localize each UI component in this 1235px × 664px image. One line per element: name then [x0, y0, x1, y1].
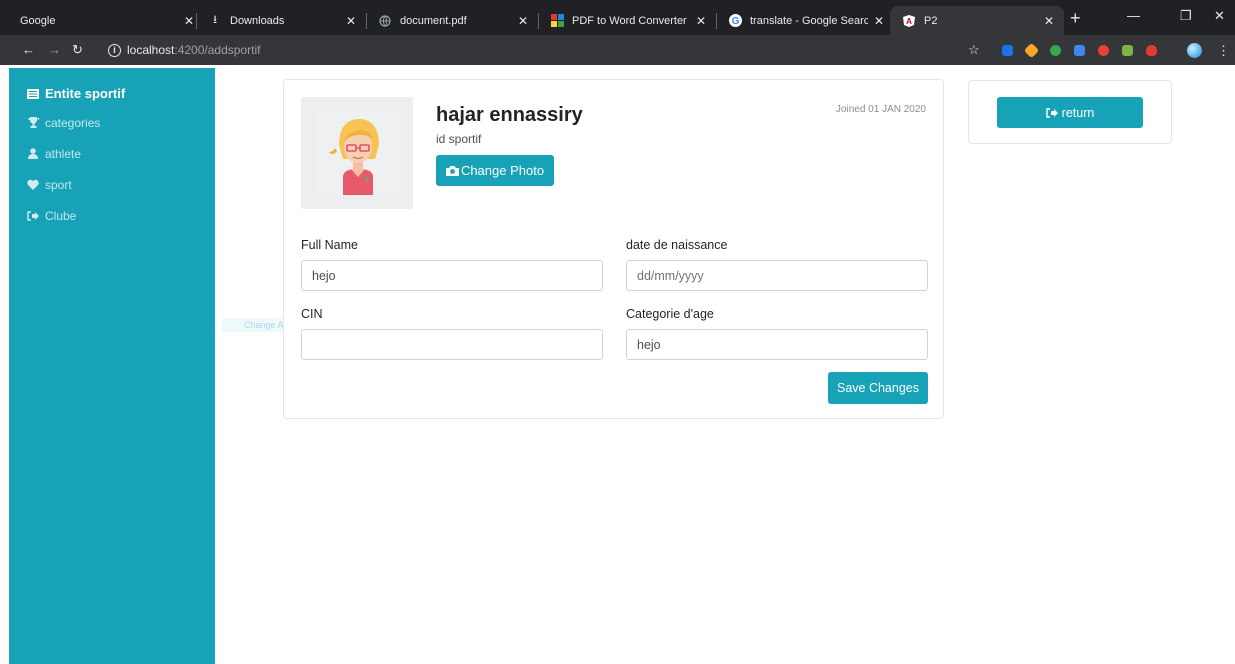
extension-icon[interactable] — [1074, 45, 1085, 56]
restore-icon[interactable]: ❐ — [1180, 8, 1192, 24]
sidebar-item-athlete[interactable]: athlete — [9, 138, 215, 169]
window-close-icon[interactable]: ✕ — [1214, 8, 1225, 24]
trophy-icon — [27, 116, 39, 129]
return-label: return — [1061, 105, 1095, 120]
browser-tab-downloads[interactable]: ⭳ Downloads ✕ — [196, 6, 366, 35]
change-photo-button[interactable]: Change Photo — [436, 155, 554, 186]
sidebar-item-label: athlete — [45, 146, 82, 161]
converter-icon — [550, 14, 564, 28]
download-icon: ⭳ — [213, 14, 217, 26]
tab-title: PDF to Word Converter - 100 — [572, 14, 690, 27]
forward-arrow-icon[interactable]: → — [48, 42, 61, 57]
extension-icon[interactable] — [1146, 45, 1157, 56]
tab-title: Google — [20, 14, 56, 27]
close-icon[interactable]: ✕ — [518, 14, 528, 28]
sidebar: Entite sportif categories athlete sport … — [9, 68, 215, 664]
extension-icon[interactable] — [1023, 42, 1040, 59]
cin-label: CIN — [301, 307, 323, 321]
tab-title: Downloads — [230, 14, 285, 27]
sidebar-brand[interactable]: Entite sportif — [9, 80, 215, 107]
cin-input[interactable] — [301, 329, 603, 360]
browser-tab-google[interactable]: Google ✕ — [8, 6, 204, 35]
sidebar-item-label: categories — [45, 115, 101, 130]
profile-avatar-icon[interactable] — [1187, 43, 1202, 58]
categorie-age-label: Categorie d'age — [626, 307, 714, 321]
sidebar-item-sport[interactable]: sport — [9, 169, 215, 200]
tab-title: document.pdf — [400, 14, 467, 27]
sidebar-brand-label: Entite sportif — [45, 86, 126, 101]
sidebar-item-categories[interactable]: categories — [9, 107, 215, 138]
heart-icon — [27, 179, 39, 190]
svg-text:G: G — [731, 16, 739, 27]
sign-out-icon — [1045, 107, 1058, 118]
extension-icon[interactable] — [1050, 45, 1061, 56]
full-name-input[interactable] — [301, 260, 603, 291]
avatar — [301, 97, 413, 209]
tab-title: translate - Google Search — [750, 14, 868, 27]
actions-card: return — [968, 80, 1172, 144]
bookmark-star-icon[interactable]: ☆ — [968, 42, 980, 58]
date-naissance-label: date de naissance — [626, 238, 728, 252]
user-icon — [27, 148, 39, 159]
browser-tab-p2-active[interactable]: A P2 ✕ — [890, 6, 1064, 35]
extension-icon[interactable] — [1098, 45, 1109, 56]
browser-tab-document[interactable]: document.pdf ✕ — [366, 6, 538, 35]
save-changes-button[interactable]: Save Changes — [828, 372, 928, 404]
joined-date: Joined 01 JAN 2020 — [835, 104, 926, 115]
close-icon[interactable]: ✕ — [346, 14, 356, 28]
categorie-age-input[interactable] — [626, 329, 928, 360]
sidebar-item-label: Clube — [45, 208, 77, 223]
new-tab-icon[interactable]: + — [1070, 9, 1081, 27]
sidebar-item-label: sport — [45, 177, 72, 192]
address-bar[interactable]: i localhost:4200/addsportif — [108, 39, 988, 61]
sidebar-item-clube[interactable]: Clube — [9, 200, 215, 231]
profile-name: hajar ennassiry — [436, 104, 583, 126]
reload-icon[interactable]: ↻ — [72, 42, 83, 58]
sign-out-icon — [27, 210, 39, 221]
menu-kebab-icon[interactable]: ⋮ — [1217, 43, 1230, 59]
minimize-icon[interactable]: — — [1127, 8, 1140, 23]
back-arrow-icon[interactable]: ← — [22, 42, 35, 57]
info-icon[interactable]: i — [108, 43, 121, 57]
browser-toolbar: ← → ↻ i localhost:4200/addsportif ☆ ⋮ — [0, 35, 1235, 65]
globe-icon — [378, 14, 392, 28]
camera-icon — [445, 165, 459, 176]
url-path: :4200/addsportif — [174, 43, 261, 57]
url-host: localhost — [127, 43, 175, 57]
browser-tab-pdf-converter[interactable]: PDF to Word Converter - 100 ✕ — [538, 6, 716, 35]
browser-tab-strip: Google ✕ ⭳ Downloads ✕ document.pdf ✕ PD… — [0, 0, 1235, 35]
extension-icon[interactable] — [1002, 45, 1013, 56]
google-icon: G — [728, 14, 742, 28]
full-name-label: Full Name — [301, 238, 358, 252]
change-photo-label: Change Photo — [460, 163, 545, 178]
profile-card: hajar ennassiry id sportif Change Photo … — [283, 79, 944, 419]
svg-text:A: A — [906, 17, 912, 26]
angular-icon: A — [902, 14, 916, 28]
close-icon[interactable]: ✕ — [874, 14, 884, 28]
close-icon[interactable]: ✕ — [696, 14, 706, 28]
tab-title: P2 — [924, 14, 938, 27]
browser-tab-translate[interactable]: G translate - Google Search ✕ — [716, 6, 894, 35]
return-button[interactable]: return — [997, 97, 1143, 128]
woman-avatar-illustration — [315, 109, 399, 195]
date-naissance-input[interactable] — [626, 260, 928, 291]
profile-subtitle: id sportif — [436, 132, 482, 146]
close-icon[interactable]: ✕ — [184, 14, 194, 28]
extension-icon[interactable] — [1122, 45, 1133, 56]
close-icon[interactable]: ✕ — [1044, 14, 1054, 28]
list-icon — [27, 88, 39, 99]
